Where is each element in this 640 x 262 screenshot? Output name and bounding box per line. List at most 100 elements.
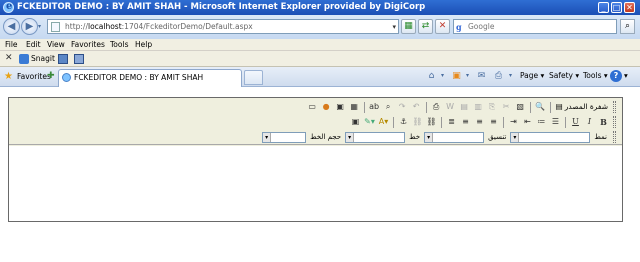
- link-icon[interactable]: ⛓: [425, 116, 438, 128]
- format-dropdown-icon: ▾: [425, 132, 434, 142]
- history-dropdown-icon[interactable]: ▾: [38, 23, 44, 30]
- menu-tools[interactable]: Tools: [110, 40, 128, 49]
- menu-view[interactable]: View: [47, 40, 65, 49]
- text-color-icon[interactable]: A▾: [377, 116, 390, 128]
- justify-right-icon[interactable]: ≡: [487, 116, 500, 128]
- undo-icon[interactable]: ↶: [410, 101, 423, 113]
- format-combo[interactable]: ▾: [424, 131, 485, 143]
- increase-indent-icon[interactable]: ⇥: [507, 116, 520, 128]
- refresh-icon[interactable]: ⇄: [418, 19, 433, 34]
- feeds-icon[interactable]: ▣: [451, 71, 462, 81]
- cut-icon[interactable]: ✂: [500, 101, 513, 113]
- window-title-bar: FCKEDITOR DEMO : BY AMIT SHAH - Microsof…: [0, 0, 640, 15]
- horizontal-rule-icon[interactable]: ▭: [306, 101, 319, 113]
- replace-icon[interactable]: ab: [368, 101, 381, 113]
- style-combo[interactable]: ▾: [510, 131, 591, 143]
- address-dropdown-icon[interactable]: ▾: [392, 23, 396, 31]
- toolbar-row-1: ▤ شفرة المصدر 🔍 ▧ ✂ ⎘ ▥ ▤ W ⎙ ↶ ↷ ⌕ ab ▦: [306, 100, 616, 114]
- menu-edit[interactable]: Edit: [26, 40, 41, 49]
- new-tab-button[interactable]: [244, 70, 263, 85]
- snagit-button[interactable]: Snagit: [31, 54, 55, 63]
- justify-center-icon[interactable]: ≡: [473, 116, 486, 128]
- home-dropdown-icon[interactable]: ▾: [437, 71, 448, 81]
- source-icon: ▤: [555, 102, 563, 111]
- ie-logo-icon: [3, 1, 14, 13]
- table-icon[interactable]: ▦: [348, 101, 361, 113]
- style-label: نمط: [594, 133, 607, 141]
- menu-favorites[interactable]: Favorites: [71, 40, 105, 49]
- forward-button[interactable]: ▶: [21, 18, 38, 35]
- source-button[interactable]: ▤ شفرة المصدر: [554, 101, 610, 113]
- address-url: http://localhost:1704/FckeditorDemo/Defa…: [65, 22, 253, 31]
- safety-menu-button[interactable]: Safety ▾: [549, 71, 579, 80]
- snagit-icon[interactable]: [19, 54, 29, 64]
- justify-left-icon[interactable]: ≡: [459, 116, 472, 128]
- font-label: خط: [409, 133, 421, 141]
- close-toolbar-icon[interactable]: ✕: [5, 53, 13, 63]
- redo-icon[interactable]: ↷: [396, 101, 409, 113]
- back-arrow-icon: ◀: [7, 21, 16, 32]
- mail-icon[interactable]: ✉: [476, 71, 487, 81]
- tools-menu-button[interactable]: Tools ▾: [583, 71, 608, 80]
- justify-full-icon[interactable]: ≣: [445, 116, 458, 128]
- search-input[interactable]: [468, 21, 608, 32]
- editor-content-area[interactable]: [9, 146, 622, 221]
- preview-icon[interactable]: 🔍: [534, 101, 547, 113]
- print-dropdown-icon[interactable]: ▾: [505, 71, 516, 81]
- copy-icon[interactable]: ⎘: [486, 101, 499, 113]
- page-content: ▤ شفرة المصدر 🔍 ▧ ✂ ⎘ ▥ ▤ W ⎙ ↶ ↷ ⌕ ab ▦: [0, 88, 640, 262]
- snagit-capture-icon[interactable]: [58, 54, 68, 64]
- minimize-button[interactable]: _: [598, 2, 609, 13]
- search-go-icon[interactable]: ⌕: [620, 19, 635, 34]
- background-color-icon[interactable]: ✎▾: [363, 116, 376, 128]
- compatibility-icon[interactable]: ▦: [401, 19, 416, 34]
- search-box[interactable]: g: [453, 19, 617, 34]
- help-dropdown-icon[interactable]: ▾: [624, 71, 628, 80]
- size-dropdown-icon: ▾: [263, 132, 272, 142]
- tab-page-icon: [62, 73, 71, 82]
- fckeditor: ▤ شفرة المصدر 🔍 ▧ ✂ ⎘ ▥ ▤ W ⎙ ↶ ↷ ⌕ ab ▦: [8, 97, 623, 222]
- size-combo[interactable]: ▾: [262, 131, 307, 143]
- address-field[interactable]: http://localhost:1704/FckeditorDemo/Defa…: [47, 19, 399, 34]
- bold-button[interactable]: B: [597, 116, 610, 128]
- numbered-list-icon[interactable]: ☰: [549, 116, 562, 128]
- paste-icon[interactable]: ▥: [472, 101, 485, 113]
- editor-toolbar: ▤ شفرة المصدر 🔍 ▧ ✂ ⎘ ▥ ▤ W ⎙ ↶ ↷ ⌕ ab ▦: [9, 98, 622, 145]
- italic-button[interactable]: I: [583, 116, 596, 128]
- paste-text-icon[interactable]: ▤: [458, 101, 471, 113]
- anchor-icon[interactable]: ⚓: [397, 116, 410, 128]
- google-search-icon: g: [456, 22, 462, 32]
- flash-icon[interactable]: ●: [320, 101, 333, 113]
- bulleted-list-icon[interactable]: ≔: [535, 116, 548, 128]
- print-icon[interactable]: ⎙: [493, 71, 504, 81]
- maximize-button[interactable]: □: [611, 2, 622, 13]
- templates-icon[interactable]: ▧: [514, 101, 527, 113]
- font-dropdown-icon: ▾: [346, 132, 355, 142]
- snagit-window-icon[interactable]: [74, 54, 84, 64]
- stop-icon[interactable]: ✕: [435, 19, 450, 34]
- paste-word-icon[interactable]: W: [444, 101, 457, 113]
- links-bar: ✕ Snagit: [0, 51, 640, 67]
- tab-title: FCKEDITOR DEMO : BY AMIT SHAH: [74, 73, 204, 82]
- underline-button[interactable]: U: [569, 116, 582, 128]
- feeds-dropdown-icon[interactable]: ▾: [462, 71, 473, 81]
- unlink-icon[interactable]: ⛓: [411, 116, 424, 128]
- decrease-indent-icon[interactable]: ⇤: [521, 116, 534, 128]
- page-menu-button[interactable]: Page ▾: [520, 71, 544, 80]
- help-icon[interactable]: ?: [610, 70, 622, 82]
- tab-fckeditor-demo[interactable]: FCKEDITOR DEMO : BY AMIT SHAH: [58, 69, 242, 87]
- image-icon[interactable]: ▣: [334, 101, 347, 113]
- menu-file[interactable]: File: [5, 40, 18, 49]
- format-label: تنسيق: [488, 133, 507, 141]
- print-doc-icon[interactable]: ⎙: [430, 101, 443, 113]
- find-icon[interactable]: ⌕: [382, 101, 395, 113]
- add-favorite-icon[interactable]: ✚: [47, 71, 57, 81]
- close-window-button[interactable]: ✕: [624, 2, 635, 13]
- style-dropdown-icon: ▾: [511, 132, 520, 142]
- back-button[interactable]: ◀: [3, 18, 20, 35]
- toolbar-grip: [613, 101, 616, 113]
- menu-help[interactable]: Help: [135, 40, 152, 49]
- about-icon[interactable]: ▣: [349, 116, 362, 128]
- font-combo[interactable]: ▾: [345, 131, 406, 143]
- home-icon[interactable]: ⌂: [426, 71, 437, 81]
